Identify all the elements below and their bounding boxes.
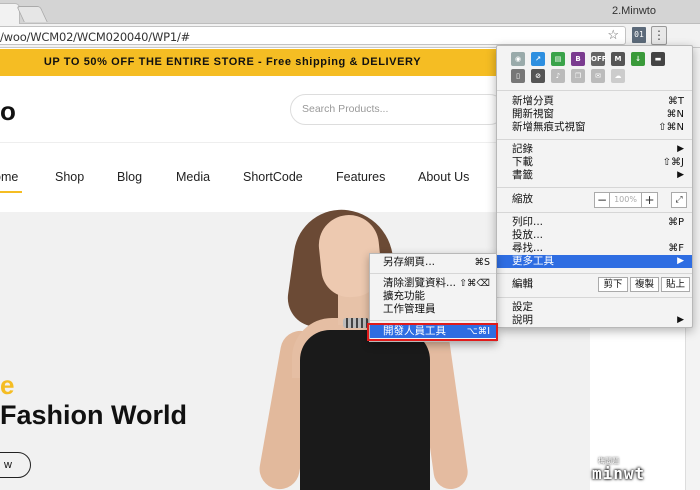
m-icon[interactable]: M — [611, 52, 625, 66]
submenu-arrow-icon: ▶ — [677, 315, 684, 325]
submenu-arrow-icon: ▶ — [677, 144, 684, 154]
hero-title: Fashion World — [0, 400, 187, 430]
promo-text: UP TO 50% OFF THE ENTIRE STORE - Free sh… — [43, 56, 422, 68]
phone-icon[interactable]: ▯ — [511, 69, 525, 83]
chrome-menu-button[interactable]: ⋮ — [651, 26, 667, 45]
menu-bookmarks[interactable]: 書籤 ▶ — [497, 169, 692, 182]
nav-features[interactable]: Features — [336, 170, 385, 184]
active-nav-indicator — [0, 191, 22, 193]
hero-shop-button[interactable]: w — [0, 452, 31, 478]
new-tab-button[interactable] — [16, 6, 48, 22]
camera-icon[interactable]: ◉ — [511, 52, 525, 66]
zoom-out-button[interactable]: − — [595, 193, 610, 207]
cloud-icon[interactable]: ☁ — [611, 69, 625, 83]
fullscreen-icon[interactable]: ⤢ — [671, 192, 687, 208]
off-icon[interactable]: OFF — [591, 52, 607, 66]
tab-strip: × 2.Minwto — [0, 0, 700, 24]
address-bar[interactable]: /woo/WCM02/WCM020040/WP1/# ☆ — [0, 26, 626, 45]
menu-find[interactable]: 尋找... ⌘F — [497, 242, 692, 255]
menu-history[interactable]: 記錄 ▶ — [497, 143, 692, 156]
profile-name[interactable]: 2.Minwto — [612, 5, 656, 17]
submenu-clear-data[interactable]: 清除瀏覽資料... ⇧⌘⌫ — [370, 277, 496, 290]
paste-button[interactable]: 貼上 — [661, 277, 690, 292]
menu-help[interactable]: 說明 ▶ — [497, 314, 692, 327]
site-logo[interactable]: o — [0, 96, 16, 127]
copy-button[interactable]: 複製 — [630, 277, 659, 292]
search-input[interactable] — [302, 103, 492, 115]
inbox-icon[interactable]: ✉ — [591, 69, 605, 83]
download-icon[interactable]: ↓ — [631, 52, 645, 66]
print-icon[interactable]: ▤ — [551, 52, 565, 66]
nav-shortcode[interactable]: ShortCode — [243, 170, 303, 184]
menu-print[interactable]: 列印... ⌘P — [497, 216, 692, 229]
music-icon[interactable]: ♪ — [551, 69, 565, 83]
submenu-arrow-icon: ▶ — [677, 170, 684, 180]
hero-kicker: e — [0, 370, 15, 400]
url-text: /woo/WCM02/WCM020040/WP1/# — [0, 30, 191, 44]
submenu-arrow-icon: ▶ — [677, 256, 684, 266]
zoom-control: − 100% + — [594, 192, 658, 208]
submenu-extensions[interactable]: 擴充功能 — [370, 290, 496, 303]
submenu-task-manager[interactable]: 工作管理員 — [370, 303, 496, 316]
cut-button[interactable]: 剪下 — [598, 277, 628, 292]
menu-incognito[interactable]: 新增無痕式視窗 ⇧⌘N — [497, 121, 692, 134]
menu-new-tab[interactable]: 新增分頁 ⌘T — [497, 95, 692, 108]
watermark: minwt — [592, 464, 646, 483]
zoom-in-button[interactable]: + — [642, 193, 657, 207]
menu-new-window[interactable]: 開新視窗 ⌘N — [497, 108, 692, 121]
menu-cast[interactable]: 投放... — [497, 229, 692, 242]
nav-media[interactable]: Media — [176, 170, 210, 184]
extension-badge-icon[interactable]: 01 — [632, 27, 646, 43]
bootstrap-icon[interactable]: B — [571, 52, 585, 66]
search-box[interactable] — [290, 94, 505, 125]
highlight-callout — [367, 323, 498, 341]
extension-row-2: ▯ ⊘ ♪ ❐ ✉ ☁ — [511, 69, 625, 85]
nav-about[interactable]: About Us — [418, 170, 469, 184]
copy-icon[interactable]: ❐ — [571, 69, 585, 83]
zoom-level: 100% — [610, 193, 642, 207]
menu-downloads[interactable]: 下載 ⇧⌘J — [497, 156, 692, 169]
menu-more-tools[interactable]: 更多工具 ▶ — [497, 255, 692, 268]
chrome-main-menu: ◉ ↗ ▤ B OFF M ↓ ▬ ▯ ⊘ ♪ ❐ ✉ ☁ 新增分頁 ⌘T 開新視… — [496, 45, 693, 328]
expand-icon[interactable]: ↗ — [531, 52, 545, 66]
nav-blog[interactable]: Blog — [117, 170, 142, 184]
menu-settings[interactable]: 設定 — [497, 301, 692, 314]
nav-home[interactable]: ome — [0, 170, 18, 184]
block-icon[interactable]: ⊘ — [531, 69, 545, 83]
nav-shop[interactable]: Shop — [55, 170, 84, 184]
glasses-icon[interactable]: ▬ — [651, 52, 665, 66]
extension-row-1: ◉ ↗ ▤ B OFF M ↓ ▬ — [511, 52, 665, 68]
bookmark-star-icon[interactable]: ☆ — [607, 27, 619, 43]
submenu-save-page[interactable]: 另存網頁... ⌘S — [370, 256, 496, 269]
